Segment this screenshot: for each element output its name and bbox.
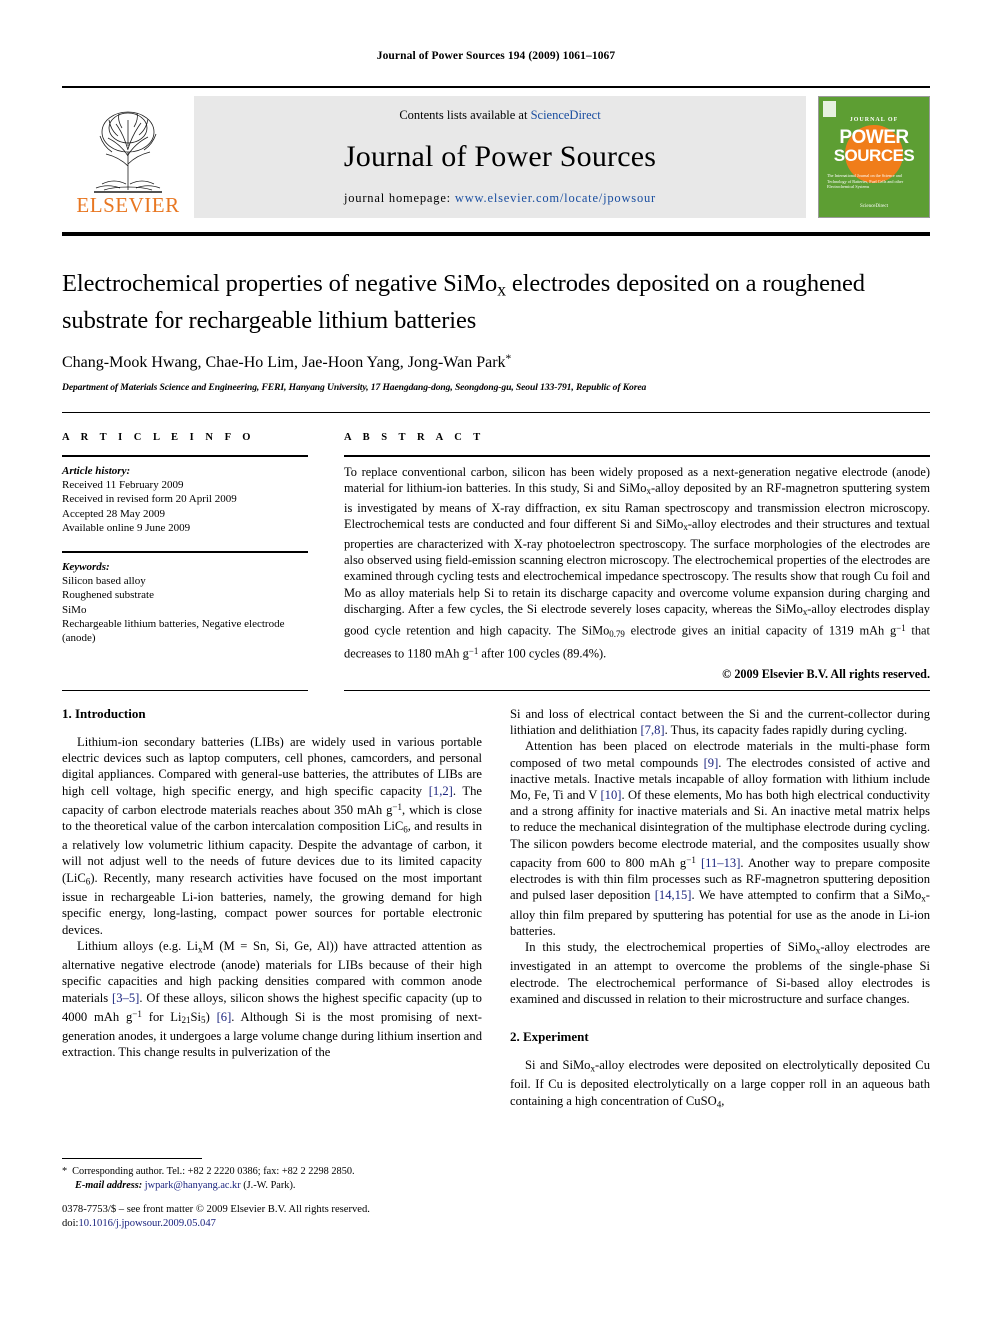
- cover-sources-label: SOURCES: [833, 146, 915, 165]
- homepage-url-link[interactable]: www.elsevier.com/locate/jpowsour: [455, 191, 656, 205]
- sciencedirect-link[interactable]: ScienceDirect: [531, 108, 601, 122]
- paragraph: Si and loss of electrical contact betwee…: [510, 707, 930, 738]
- info-column-bottom-rule: [62, 690, 308, 691]
- paragraph: Lithium alloys (e.g. LixM (M = Sn, Si, G…: [62, 938, 482, 1060]
- article-info-label: A R T I C L E I N F O: [62, 432, 255, 443]
- body-right-column: Si and loss of electrical contact betwee…: [510, 706, 930, 1112]
- keywords-block: Keywords: Silicon based alloy Roughened …: [62, 560, 308, 645]
- elsevier-tree-icon: [94, 111, 162, 193]
- footnote-line-email: E-mail address: jwpark@hanyang.ac.kr (J.…: [62, 1179, 482, 1193]
- footnote-email-suffix: (J.-W. Park).: [243, 1179, 296, 1191]
- journal-masthead: ELSEVIER Contents lists available at Sci…: [62, 86, 930, 218]
- article-info-rule: [62, 455, 308, 457]
- journal-cover-thumbnail: JOURNAL OF POWER SOURCES The Internation…: [818, 96, 930, 218]
- body-left-column: 1. Introduction Lithium-ion secondary ba…: [62, 706, 482, 1061]
- cover-journal-of-label: JOURNAL OF: [849, 117, 899, 123]
- paragraph: In this study, the electrochemical prope…: [510, 939, 930, 1006]
- footnote-corresponding-text: Corresponding author. Tel.: +82 2 2220 0…: [72, 1166, 355, 1177]
- keywords-rule: [62, 551, 308, 554]
- abstract-label: A B S T R A C T: [344, 432, 485, 443]
- journal-title: Journal of Power Sources: [343, 140, 657, 173]
- keyword-item: Roughened substrate: [62, 589, 154, 602]
- paragraph: Si and SiMox-alloy electrodes were depos…: [510, 1057, 931, 1109]
- keywords-title: Keywords:: [62, 561, 110, 574]
- author-names: Chang-Mook Hwang, Chae-Ho Lim, Jae-Hoon …: [62, 354, 506, 372]
- article-history-block: Article history: Received 11 February 20…: [62, 464, 308, 535]
- keyword-item: Silicon based alloy: [62, 575, 146, 588]
- keyword-item: Rechargeable lithium batteries, Negative…: [62, 617, 285, 645]
- cover-power-label: POWER: [839, 127, 909, 148]
- running-head: Journal of Power Sources 194 (2009) 1061…: [376, 50, 616, 62]
- footnote-star: *: [62, 1166, 68, 1177]
- article-history-title: Article history:: [62, 465, 131, 477]
- abstract-copyright: © 2009 Elsevier B.V. All rights reserved…: [722, 666, 930, 681]
- abstract-text: To replace conventional carbon, silicon …: [344, 465, 930, 661]
- article-info-column: A R T I C L E I N F O Article history: R…: [62, 432, 308, 645]
- section-heading-experiment: 2. Experiment: [510, 1028, 589, 1044]
- corresponding-author-footnote: * Corresponding author. Tel.: +82 2 2220 …: [62, 1158, 482, 1192]
- abstract-column: A B S T R A C T To replace conventional …: [344, 432, 930, 682]
- history-item: Available online 9 June 2009: [62, 521, 191, 534]
- abstract-rule: [344, 455, 930, 457]
- masthead-bottom-rule: [62, 232, 930, 236]
- corresponding-author-marker: *: [505, 353, 512, 366]
- cover-elsevier-mark-icon: [823, 101, 836, 117]
- history-item: Accepted 28 May 2009: [62, 507, 165, 520]
- cover-sciencedirect-mark: ScienceDirect: [859, 204, 889, 209]
- elsevier-logo: ELSEVIER: [62, 96, 194, 218]
- elsevier-wordmark: ELSEVIER: [76, 193, 180, 217]
- footnote-line-corresponding: * Corresponding author. Tel.: +82 2 2220 …: [62, 1165, 482, 1179]
- footnote-email-label: E-mail address:: [75, 1179, 143, 1191]
- paragraph: Lithium-ion secondary batteries (LIBs) a…: [62, 735, 482, 937]
- article-page: Journal of Power Sources 194 (2009) 1061…: [0, 0, 992, 1323]
- doi-label: doi:: [62, 1218, 79, 1229]
- paragraph: Attention has been placed on electrode m…: [510, 739, 930, 938]
- abstract-bottom-rule: [344, 690, 930, 691]
- doi-line: doi:10.1016/j.jpowsour.2009.05.047: [62, 1217, 502, 1231]
- masthead-center-panel: Contents lists available at ScienceDirec…: [194, 96, 806, 218]
- front-matter-block: 0378-7753/$ – see front matter © 2009 El…: [62, 1203, 502, 1231]
- history-item: Received in revised form 20 April 2009: [62, 493, 237, 506]
- title-block: Electrochemical properties of negative S…: [62, 268, 930, 393]
- journal-homepage-line: journal homepage: www.elsevier.com/locat…: [344, 191, 656, 206]
- affiliation: Department of Materials Science and Engi…: [62, 382, 647, 394]
- title-bottom-rule: [62, 412, 930, 413]
- doi-link[interactable]: 10.1016/j.jpowsour.2009.05.047: [78, 1218, 215, 1229]
- front-matter-line: 0378-7753/$ – see front matter © 2009 El…: [62, 1204, 370, 1215]
- footnote-rule: [62, 1158, 202, 1159]
- history-item: Received 11 February 2009: [62, 479, 184, 492]
- keyword-item: SiMo: [62, 603, 87, 616]
- contents-available-line: Contents lists available at ScienceDirec…: [399, 108, 600, 123]
- cover-subtitle: The International Journal on the Science…: [827, 173, 904, 189]
- section-heading-introduction: 1. Introduction: [62, 706, 146, 721]
- footnote-email-link[interactable]: jwpark@hanyang.ac.kr: [145, 1180, 241, 1191]
- page-title: Electrochemical properties of negative S…: [62, 270, 865, 335]
- author-list: Chang-Mook Hwang, Chae-Ho Lim, Jae-Hoon …: [62, 353, 930, 372]
- contents-prefix: Contents lists available at: [399, 108, 531, 122]
- homepage-prefix: journal homepage:: [343, 191, 455, 205]
